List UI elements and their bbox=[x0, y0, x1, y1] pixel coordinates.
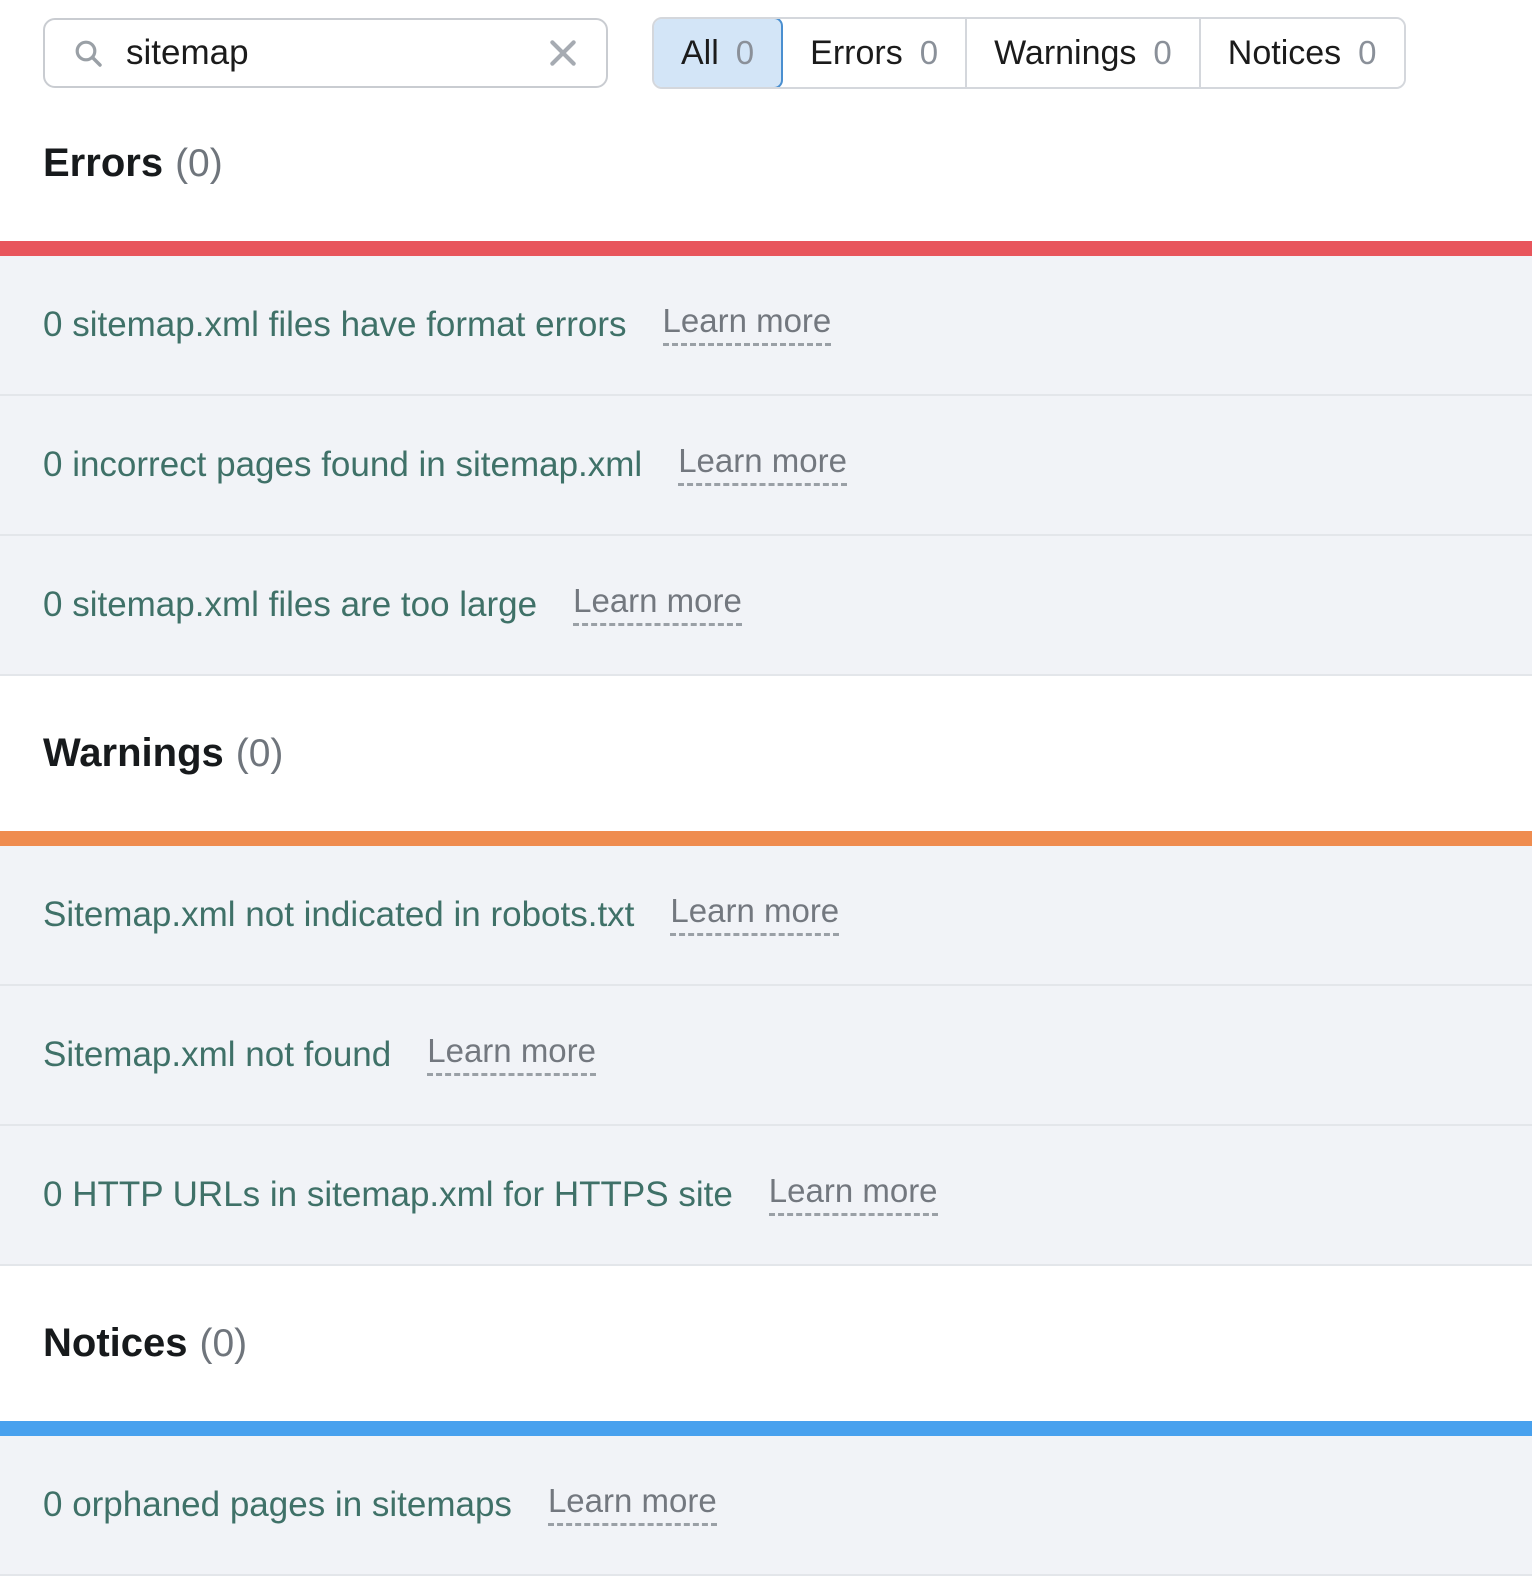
section-count-notices: (0) bbox=[200, 1322, 248, 1366]
filter-tab-notices[interactable]: Notices 0 bbox=[1201, 19, 1404, 87]
filter-tab-notices-count: 0 bbox=[1358, 34, 1376, 72]
table-row[interactable]: 0 sitemap.xml files have format errors L… bbox=[0, 256, 1532, 396]
section-count-warnings: (0) bbox=[236, 732, 284, 776]
issue-label: 0 sitemap.xml files are too large bbox=[43, 585, 537, 625]
issue-label: 0 incorrect pages found in sitemap.xml bbox=[43, 445, 642, 485]
filter-tab-errors-count: 0 bbox=[920, 34, 938, 72]
issue-label: Sitemap.xml not indicated in robots.txt bbox=[43, 895, 634, 935]
filter-tab-warnings[interactable]: Warnings 0 bbox=[967, 19, 1201, 87]
section-accent-bar-warnings bbox=[0, 831, 1532, 846]
table-row[interactable]: 0 incorrect pages found in sitemap.xml L… bbox=[0, 396, 1532, 536]
search-box[interactable] bbox=[43, 18, 608, 88]
section-accent-bar-errors bbox=[0, 241, 1532, 256]
filter-tab-all-count: 0 bbox=[736, 34, 754, 72]
issue-label: 0 orphaned pages in sitemaps bbox=[43, 1485, 512, 1525]
issue-label: 0 HTTP URLs in sitemap.xml for HTTPS sit… bbox=[43, 1175, 733, 1215]
learn-more-link[interactable]: Learn more bbox=[670, 894, 839, 936]
issue-label: 0 sitemap.xml files have format errors bbox=[43, 305, 627, 345]
section-accent-bar-notices bbox=[0, 1421, 1532, 1436]
table-row[interactable]: Sitemap.xml not found Learn more bbox=[0, 986, 1532, 1126]
table-row[interactable]: 0 orphaned pages in sitemaps Learn more bbox=[0, 1436, 1532, 1576]
search-icon bbox=[72, 37, 104, 69]
table-row[interactable]: 0 sitemap.xml files are too large Learn … bbox=[0, 536, 1532, 676]
filter-tab-errors-label: Errors bbox=[810, 34, 903, 73]
learn-more-link[interactable]: Learn more bbox=[769, 1174, 938, 1216]
filter-tab-warnings-label: Warnings bbox=[994, 34, 1136, 73]
issue-label: Sitemap.xml not found bbox=[43, 1035, 391, 1075]
filter-tab-notices-label: Notices bbox=[1228, 34, 1341, 73]
learn-more-link[interactable]: Learn more bbox=[678, 444, 847, 486]
issue-type-filter: All 0 Errors 0 Warnings 0 Notices 0 bbox=[652, 17, 1406, 89]
search-input[interactable] bbox=[126, 29, 506, 77]
learn-more-link[interactable]: Learn more bbox=[663, 304, 832, 346]
filter-tab-errors[interactable]: Errors 0 bbox=[783, 19, 967, 87]
issue-list-warnings: Sitemap.xml not indicated in robots.txt … bbox=[0, 846, 1532, 1266]
learn-more-link[interactable]: Learn more bbox=[548, 1484, 717, 1526]
filter-tab-all[interactable]: All 0 bbox=[652, 17, 783, 89]
section-title-notices: Notices bbox=[43, 1321, 188, 1366]
table-row[interactable]: 0 HTTP URLs in sitemap.xml for HTTPS sit… bbox=[0, 1126, 1532, 1266]
learn-more-link[interactable]: Learn more bbox=[573, 584, 742, 626]
section-heading-errors: Errors (0) bbox=[0, 86, 1532, 241]
close-icon bbox=[546, 36, 580, 70]
section-heading-warnings: Warnings (0) bbox=[0, 676, 1532, 831]
section-count-errors: (0) bbox=[175, 142, 223, 186]
learn-more-link[interactable]: Learn more bbox=[427, 1034, 596, 1076]
section-title-warnings: Warnings bbox=[43, 731, 224, 776]
table-row[interactable]: Sitemap.xml not indicated in robots.txt … bbox=[0, 846, 1532, 986]
issue-list-errors: 0 sitemap.xml files have format errors L… bbox=[0, 256, 1532, 676]
clear-search-button[interactable] bbox=[544, 34, 582, 72]
section-heading-notices: Notices (0) bbox=[0, 1266, 1532, 1421]
filter-tab-warnings-count: 0 bbox=[1153, 34, 1171, 72]
section-title-errors: Errors bbox=[43, 141, 163, 186]
issue-list-notices: 0 orphaned pages in sitemaps Learn more bbox=[0, 1436, 1532, 1576]
top-toolbar: All 0 Errors 0 Warnings 0 Notices 0 bbox=[0, 0, 1532, 86]
filter-tab-all-label: All bbox=[681, 34, 719, 73]
